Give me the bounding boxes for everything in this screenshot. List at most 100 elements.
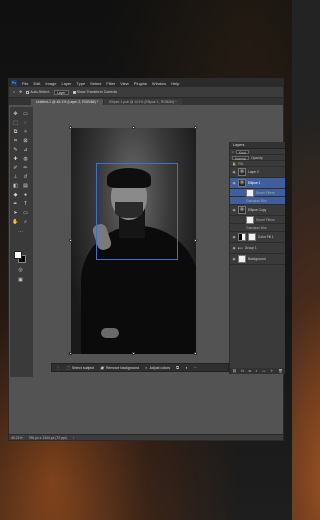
clone-stamp-tool-icon[interactable]: ⊥ bbox=[12, 174, 19, 181]
layer-row-color-fill-1[interactable]: ◉ Color Fill 1 bbox=[230, 232, 285, 243]
lock-icon[interactable]: 🔒 bbox=[232, 162, 236, 166]
tab-ellipse-1[interactable]: Ellipse 1.psb @ 101% (Ellipse 1, RGB/8#)… bbox=[104, 99, 182, 105]
smart-filters-row[interactable]: Smart Filters bbox=[230, 215, 285, 224]
gaussian-blur-row[interactable]: Gaussian Blur bbox=[230, 224, 285, 232]
marquee-tool-icon[interactable]: ⬚ bbox=[12, 120, 19, 127]
brush-tool-icon[interactable]: ✐ bbox=[12, 165, 19, 172]
menu-edit[interactable]: Edit bbox=[33, 81, 40, 86]
object-select-tool-icon[interactable]: ⧉ bbox=[12, 129, 19, 136]
zoom-level[interactable]: 45.21% bbox=[11, 436, 23, 440]
new-layer-icon[interactable]: ＋ bbox=[270, 369, 274, 374]
transform-handle-l[interactable] bbox=[69, 239, 72, 242]
frame-tool-icon[interactable]: ⊠ bbox=[22, 138, 29, 145]
canvas-area[interactable]: ⋮ ⬚ Select subject ▣ Remove background ◐ Ad… bbox=[33, 106, 229, 432]
menu-layer[interactable]: Layer bbox=[61, 81, 71, 86]
layer-thumbnail bbox=[238, 255, 246, 263]
pen-tool-icon[interactable]: ✒ bbox=[12, 201, 19, 208]
kind-filter-dropdown[interactable]: Kind bbox=[235, 149, 249, 155]
menu-help[interactable]: Help bbox=[171, 81, 179, 86]
smart-filters-row[interactable]: Smart Filters bbox=[230, 188, 285, 197]
transform-icon[interactable]: ⧉ bbox=[176, 365, 179, 370]
more-tools-icon[interactable]: ⋯ bbox=[17, 229, 24, 236]
eye-icon[interactable]: ◉ bbox=[232, 208, 236, 212]
remove-background-button[interactable]: ▣ Remove background bbox=[100, 365, 139, 370]
crop-tool-icon[interactable]: ⌗ bbox=[12, 138, 19, 145]
photo-folded-hand bbox=[101, 328, 119, 338]
layer-row-layer-2[interactable]: ◉ Layer 2 bbox=[230, 167, 285, 178]
pencil-tool-icon[interactable]: ✏ bbox=[22, 165, 29, 172]
eyedropper-tool-icon[interactable]: ✎ bbox=[12, 147, 19, 154]
document-canvas[interactable] bbox=[71, 128, 196, 354]
mask-icon[interactable]: ◑ bbox=[185, 365, 187, 370]
menu-file[interactable]: File bbox=[22, 81, 28, 86]
blend-mode-dropdown[interactable]: Normal bbox=[232, 155, 249, 161]
adjust-colors-button[interactable]: ◐ Adjust colors bbox=[145, 365, 170, 370]
hand-tool-icon[interactable]: ✋ bbox=[12, 219, 19, 226]
menu-window[interactable]: Window bbox=[152, 81, 166, 86]
auto-select-checkbox[interactable]: Auto-Select: bbox=[26, 90, 50, 94]
drag-handle-icon[interactable]: ⋮ bbox=[56, 365, 60, 370]
menu-filter[interactable]: Filter bbox=[106, 81, 115, 86]
adjustment-icon[interactable]: ◐ bbox=[255, 369, 257, 373]
transform-handle-bl[interactable] bbox=[69, 352, 72, 355]
auto-select-target-dropdown[interactable]: Layer bbox=[53, 89, 69, 95]
history-brush-tool-icon[interactable]: ↺ bbox=[22, 174, 29, 181]
menu-type[interactable]: Type bbox=[77, 81, 86, 86]
layer-name: Smart Filters bbox=[256, 190, 275, 195]
layer-row-group-1[interactable]: ◉ ▸▭ Group 1 bbox=[230, 243, 285, 254]
move-tool-icon[interactable]: ✥ bbox=[12, 111, 19, 118]
tab-untitled-1[interactable]: Untitled-1 @ 45.1% (Layer 2, RGB/8#) * bbox=[31, 99, 104, 105]
chevron-right-icon[interactable]: › bbox=[73, 436, 74, 440]
layers-panel-title[interactable]: Layers bbox=[230, 142, 285, 149]
layer-row-background[interactable]: ◉ Background bbox=[230, 254, 285, 265]
foreground-color-swatch[interactable] bbox=[14, 251, 22, 259]
opacity-label: Opacity: bbox=[250, 155, 264, 160]
more-options-icon[interactable]: ⋯ bbox=[193, 365, 197, 370]
patch-tool-icon[interactable]: ◍ bbox=[22, 156, 29, 163]
path-select-tool-icon[interactable]: ➤ bbox=[12, 210, 19, 217]
transform-controls-checkbox[interactable]: Show Transform Controls bbox=[72, 90, 117, 94]
menu-plugins[interactable]: Plugins bbox=[134, 81, 147, 86]
transform-handle-br[interactable] bbox=[194, 352, 197, 355]
type-tool-icon[interactable]: T bbox=[22, 201, 29, 208]
eye-icon[interactable]: ◉ bbox=[232, 246, 236, 250]
ruler-tool-icon[interactable]: ⊿ bbox=[22, 147, 29, 154]
dodge-tool-icon[interactable]: ● bbox=[22, 192, 29, 199]
eraser-tool-icon[interactable]: ◧ bbox=[12, 183, 19, 190]
link-icon[interactable]: ⛓ bbox=[232, 369, 236, 373]
transform-handle-tr[interactable] bbox=[194, 126, 197, 129]
gaussian-blur-row[interactable]: Gaussian Blur bbox=[230, 197, 285, 205]
home-icon[interactable]: ⌂ bbox=[13, 90, 15, 94]
move-icon[interactable]: ✥ bbox=[19, 90, 22, 94]
magic-wand-tool-icon[interactable]: ✧ bbox=[22, 129, 29, 136]
lasso-tool-icon[interactable]: ◌ bbox=[22, 120, 29, 127]
layer-row-ellipse-1[interactable]: ◉ Ellipse 1 bbox=[230, 178, 285, 189]
blur-tool-icon[interactable]: ◆ bbox=[12, 192, 19, 199]
eye-icon[interactable]: ◉ bbox=[232, 181, 236, 185]
eye-icon[interactable]: ◉ bbox=[232, 170, 236, 174]
menu-select[interactable]: Select bbox=[90, 81, 101, 86]
eye-icon[interactable]: ◉ bbox=[232, 235, 236, 239]
layer-row-ellipse-copy[interactable]: ◉ Ellipse Copy bbox=[230, 205, 285, 216]
zoom-tool-icon[interactable]: ⌕ bbox=[22, 219, 29, 226]
select-subject-button[interactable]: ⬚ Select subject bbox=[66, 365, 94, 370]
trash-icon[interactable]: 🗑 bbox=[278, 369, 282, 373]
gradient-tool-icon[interactable]: ▤ bbox=[22, 183, 29, 190]
photoshop-window: Ps File Edit Image Layer Type Select Fil… bbox=[8, 78, 285, 441]
quick-mask-icon[interactable]: ◎ bbox=[17, 267, 24, 274]
transform-handle-b[interactable] bbox=[132, 352, 135, 355]
add-mask-icon[interactable]: ◘ bbox=[249, 369, 251, 373]
transform-handle-tl[interactable] bbox=[69, 126, 72, 129]
healing-brush-tool-icon[interactable]: ✚ bbox=[12, 156, 19, 163]
menu-bar: Ps File Edit Image Layer Type Select Fil… bbox=[9, 79, 283, 87]
transform-handle-r[interactable] bbox=[194, 239, 197, 242]
new-group-icon[interactable]: ▭ bbox=[262, 369, 265, 373]
menu-view[interactable]: View bbox=[120, 81, 129, 86]
screen-mode-icon[interactable]: ▣ bbox=[17, 277, 24, 284]
transform-handle-t[interactable] bbox=[132, 126, 135, 129]
rectangle-tool-icon[interactable]: ▭ bbox=[22, 210, 29, 217]
menu-image[interactable]: Image bbox=[45, 81, 56, 86]
artboard-tool-icon[interactable]: ▭ bbox=[22, 111, 29, 118]
eye-icon[interactable]: ◉ bbox=[232, 257, 236, 261]
fx-icon[interactable]: fx bbox=[241, 369, 244, 373]
